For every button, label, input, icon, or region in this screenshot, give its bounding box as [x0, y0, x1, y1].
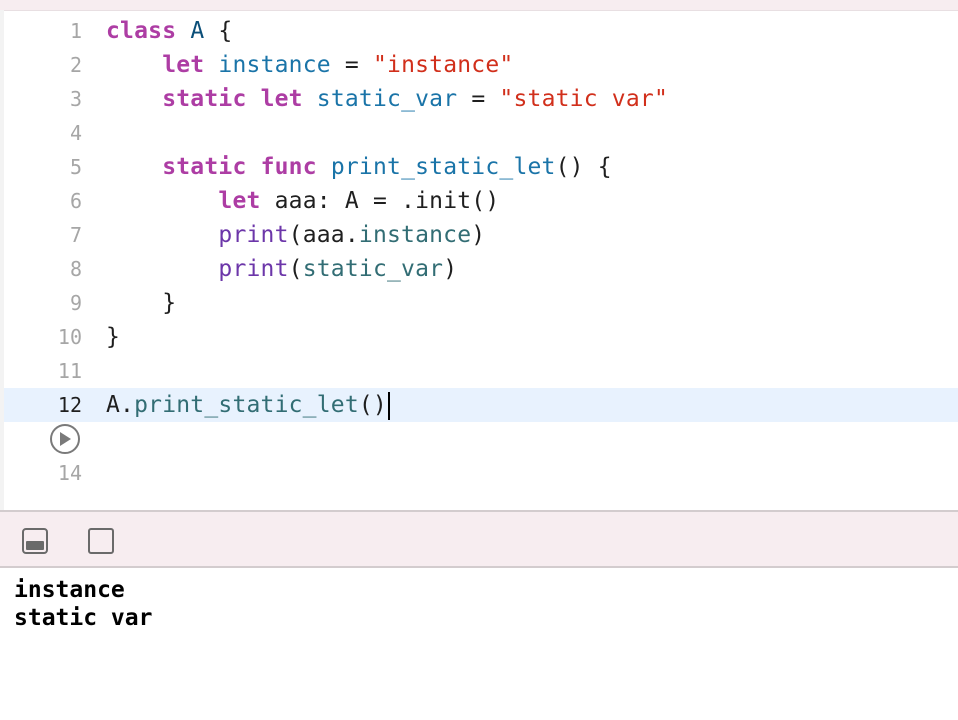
code-token: let	[218, 188, 261, 214]
code-token: =	[330, 52, 373, 78]
line-number: 12	[57, 393, 82, 417]
code-line[interactable]: 11	[4, 354, 958, 388]
code-text[interactable]: }	[106, 320, 120, 354]
line-number: 7	[69, 223, 82, 247]
line-number: 2	[69, 53, 82, 77]
code-text[interactable]: }	[106, 286, 176, 320]
code-line[interactable]: 9 }	[4, 286, 958, 320]
top-chrome-strip	[0, 0, 958, 11]
code-line[interactable]: 8 print(static_var)	[4, 252, 958, 286]
line-number: 11	[57, 359, 82, 383]
line-number: 4	[69, 121, 82, 145]
code-token: =	[457, 86, 500, 112]
line-number: 8	[69, 257, 82, 281]
debug-area-toggle-fill	[26, 541, 44, 550]
code-token: aaa:	[260, 188, 345, 214]
debug-area-toggle-icon[interactable]	[22, 528, 48, 554]
code-text[interactable]: class A {	[106, 14, 232, 48]
code-token: )	[443, 256, 458, 282]
code-token: A	[344, 188, 359, 214]
code-token: static	[162, 86, 247, 112]
line-number: 3	[69, 87, 82, 111]
code-text[interactable]: print(aaa.instance)	[106, 218, 485, 252]
code-line[interactable]: 12 A.print_static_let()	[4, 388, 958, 422]
play-circle-icon[interactable]	[50, 424, 80, 454]
code-token: {	[204, 18, 233, 44]
code-text[interactable]: print(static_var)	[106, 252, 457, 286]
code-token: "static var"	[499, 86, 668, 112]
code-token: (	[288, 256, 303, 282]
console-line: static var	[14, 605, 153, 631]
play-triangle-icon	[60, 432, 71, 446]
line-number: 6	[69, 189, 82, 213]
code-token: instance	[358, 222, 472, 248]
code-token: print	[218, 256, 289, 282]
code-token: print	[218, 222, 289, 248]
code-token: static_var	[302, 256, 444, 282]
code-token: let	[260, 86, 303, 112]
console-toggle-icon[interactable]	[88, 528, 114, 554]
code-line[interactable]: 6 let aaa: A = .init()	[4, 184, 958, 218]
code-text[interactable]: let instance = "instance"	[106, 48, 513, 82]
code-token: A.	[106, 392, 135, 418]
code-text[interactable]: let aaa: A = .init()	[106, 184, 499, 218]
debug-toolbar	[0, 510, 958, 568]
code-token: )	[471, 222, 486, 248]
code-line[interactable]: 10}	[4, 320, 958, 354]
code-token: (aaa.	[288, 222, 359, 248]
code-line[interactable]: 2 let instance = "instance"	[4, 48, 958, 82]
code-editor[interactable]: 1 class A {2 let instance = "instance" 3 s…	[4, 14, 958, 508]
line-number: 14	[57, 461, 82, 485]
code-line[interactable]: 5 static func print_static_let() {	[4, 150, 958, 184]
code-token: A	[190, 18, 205, 44]
code-token: static_var	[316, 86, 458, 112]
line-number: 1	[69, 19, 82, 43]
code-line[interactable]: 4	[4, 116, 958, 150]
code-token: let	[162, 52, 205, 78]
code-token: () {	[555, 154, 612, 180]
code-token: class	[106, 18, 177, 44]
code-line[interactable]: 14	[4, 456, 958, 490]
code-token: instance	[218, 52, 331, 78]
code-line[interactable]: 7 print(aaa.instance)	[4, 218, 958, 252]
code-token: print_static_let	[134, 392, 359, 418]
code-text[interactable]: static func print_static_let() {	[106, 150, 612, 184]
code-token: = .init()	[358, 188, 500, 214]
code-token: ()	[358, 392, 387, 418]
code-text[interactable]: A.print_static_let()	[106, 388, 390, 422]
code-token: static	[162, 154, 247, 180]
code-text[interactable]: static let static_var = "static var"	[106, 82, 668, 116]
text-cursor	[387, 391, 390, 420]
console-line: instance	[14, 577, 125, 603]
code-token: }	[106, 290, 177, 316]
line-number: 5	[69, 155, 82, 179]
code-token: }	[106, 324, 121, 350]
code-line[interactable]: 1 class A {	[4, 14, 958, 48]
code-token: func	[260, 154, 317, 180]
code-token: "instance"	[372, 52, 514, 78]
console-output: instance static var	[0, 568, 958, 720]
code-token: print_static_let	[330, 154, 556, 180]
line-number: 10	[57, 325, 82, 349]
code-line[interactable]: 3 static let static_var = "static var"	[4, 82, 958, 116]
line-number: 9	[69, 291, 82, 315]
